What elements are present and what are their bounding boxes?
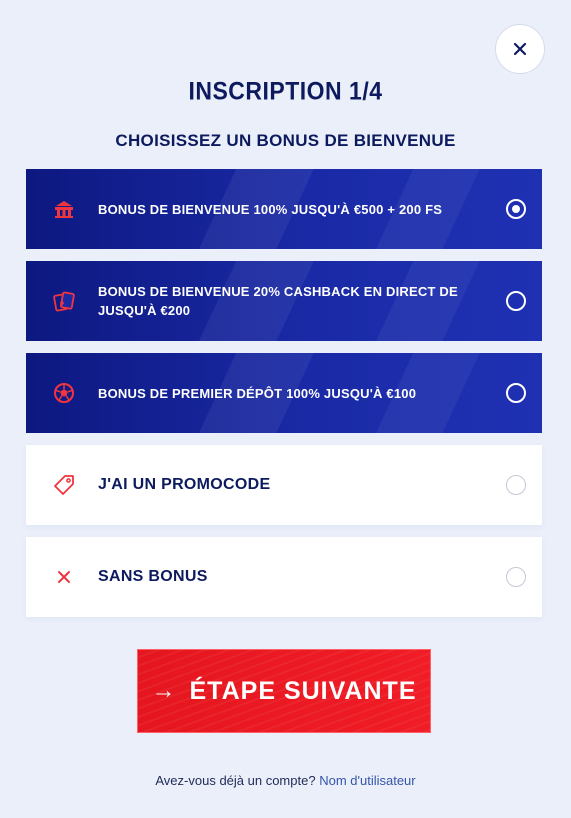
casino-icon — [52, 197, 76, 221]
radio-button[interactable] — [506, 475, 526, 495]
bonus-option-label: BONUS DE BIENVENUE 20% CASHBACK EN DIREC… — [98, 284, 458, 318]
next-step-button[interactable]: → ÉTAPE SUIVANTE — [137, 649, 431, 733]
radio-button[interactable] — [506, 383, 526, 403]
radio-button-selected[interactable] — [506, 199, 526, 219]
radio-button[interactable] — [506, 291, 526, 311]
page-subtitle: CHOISISSEZ UN BONUS DE BIENVENUE — [115, 131, 456, 150]
next-step-label: ÉTAPE SUIVANTE — [189, 676, 417, 705]
soccer-ball-icon — [52, 381, 76, 405]
x-icon — [52, 565, 76, 589]
radio-button[interactable] — [506, 567, 526, 587]
close-button[interactable] — [495, 24, 545, 74]
tag-icon — [52, 473, 76, 497]
bonus-option-welcome-100[interactable]: BONUS DE BIENVENUE 100% JUSQU'À €500 + 2… — [26, 169, 542, 249]
cards-icon — [52, 289, 76, 313]
page-title: INSCRIPTION 1/4 — [188, 76, 383, 105]
arrow-right-icon: → — [151, 677, 176, 704]
login-link[interactable]: Nom d'utilisateur — [319, 773, 415, 788]
bonus-option-label: BONUS DE BIENVENUE 100% JUSQU'À €500 + 2… — [98, 201, 443, 217]
promocode-option[interactable]: J'AI UN PROMOCODE — [26, 445, 542, 525]
no-bonus-label: SANS BONUS — [98, 568, 208, 585]
promocode-label: J'AI UN PROMOCODE — [98, 476, 271, 493]
close-icon — [513, 42, 527, 56]
no-bonus-option[interactable]: SANS BONUS — [26, 537, 542, 617]
bonus-option-label: BONUS DE PREMIER DÉPÔT 100% JUSQU'À €100 — [98, 385, 417, 401]
bonus-option-cashback[interactable]: BONUS DE BIENVENUE 20% CASHBACK EN DIREC… — [26, 261, 542, 341]
bonus-option-first-deposit[interactable]: BONUS DE PREMIER DÉPÔT 100% JUSQU'À €100 — [26, 353, 542, 433]
login-prompt: Avez-vous déjà un compte? Nom d'utilisat… — [0, 773, 571, 788]
login-question: Avez-vous déjà un compte? — [155, 773, 316, 788]
